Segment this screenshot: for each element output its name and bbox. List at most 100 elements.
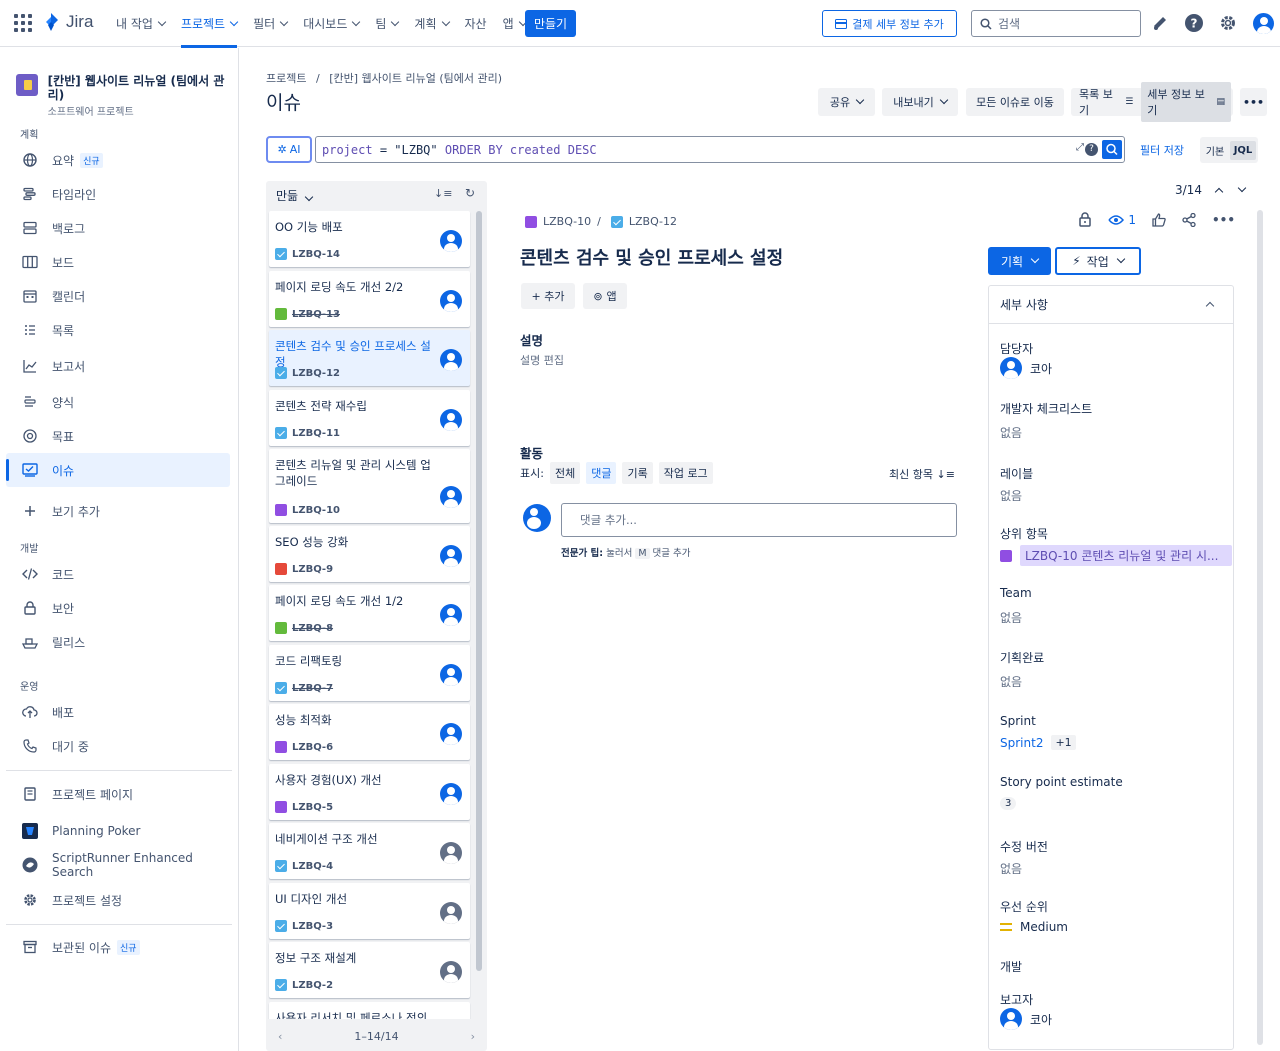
- parent-chip[interactable]: LZBQ-10 콘텐츠 리뉴얼 및 관리 시...: [1020, 545, 1232, 566]
- sidebar-item-planning-poker[interactable]: Planning Poker: [6, 814, 230, 848]
- status-dropdown[interactable]: 기획: [988, 247, 1051, 275]
- sidebar-item-issues[interactable]: 이슈: [6, 453, 230, 487]
- sprint-more-chip[interactable]: +1: [1051, 735, 1076, 750]
- more-actions-button[interactable]: •••: [1240, 88, 1267, 116]
- issue-card[interactable]: 페이지 로딩 속도 개선 1/2 LZBQ-8: [269, 585, 470, 641]
- sidebar-item-on-call[interactable]: 대기 중: [6, 729, 230, 763]
- assignee-avatar[interactable]: [440, 604, 462, 626]
- add-view-button[interactable]: 보기 추가: [6, 494, 230, 528]
- labels-value[interactable]: 없음: [1000, 487, 1022, 504]
- detail-view-button[interactable]: 세부 정보 보기 ▤: [1141, 82, 1231, 122]
- sidebar-item-board[interactable]: 보드: [6, 245, 230, 279]
- ai-button[interactable]: ✲ AI: [266, 136, 312, 163]
- menu-projects[interactable]: 프로젝트: [173, 0, 245, 48]
- sort-recent-button[interactable]: 최신 항목 ↓≡: [889, 466, 955, 482]
- sidebar-item-reports[interactable]: 보고서: [6, 349, 230, 383]
- sidebar-item-scriptrunner[interactable]: ScriptRunner Enhanced Search: [6, 848, 230, 882]
- jira-logo[interactable]: Jira: [42, 12, 93, 32]
- assignee-avatar[interactable]: [440, 409, 462, 431]
- assignee-avatar[interactable]: [440, 486, 462, 508]
- reporter-field[interactable]: 코아: [1000, 1008, 1052, 1030]
- assignee-avatar[interactable]: [440, 842, 462, 864]
- help-icon[interactable]: ?: [1183, 12, 1205, 34]
- assignee-avatar[interactable]: [440, 290, 462, 312]
- sidebar-item-project-pages[interactable]: 프로젝트 페이지: [6, 777, 230, 811]
- sidebar-item-goals[interactable]: 목표: [6, 419, 230, 453]
- chevron-down-icon[interactable]: [1237, 183, 1247, 193]
- issue-card[interactable]: OO 기능 배포 LZBQ-14: [269, 211, 470, 267]
- menu-assets[interactable]: 자산: [457, 0, 495, 47]
- detail-scrollbar[interactable]: [1257, 210, 1263, 1045]
- refresh-icon[interactable]: ↻: [465, 186, 475, 200]
- issue-key-link[interactable]: LZBQ-12: [629, 215, 677, 228]
- list-view-button[interactable]: 목록 보기 ☰: [1073, 82, 1139, 122]
- sidebar-item-archived-issues[interactable]: 보관된 이슈 신규: [6, 930, 230, 964]
- share-icon[interactable]: [1182, 212, 1196, 227]
- sort-order-icon[interactable]: ↓≡: [434, 187, 452, 200]
- breadcrumb-project[interactable]: [칸반] 웹사이트 리뉴얼 (팀에서 관리): [329, 72, 502, 85]
- details-panel-header[interactable]: 세부 사항: [989, 286, 1233, 324]
- assignee-avatar[interactable]: [440, 230, 462, 252]
- filter-all[interactable]: 전체: [549, 462, 581, 484]
- sidebar-item-deployments[interactable]: 배포: [6, 695, 230, 729]
- help-icon[interactable]: ?: [1085, 143, 1098, 156]
- apps-button[interactable]: ⊚ 앱: [583, 283, 627, 309]
- menu-filters[interactable]: 필터: [245, 0, 295, 47]
- planned-value[interactable]: 없음: [1000, 673, 1022, 690]
- jql-search-button[interactable]: [1102, 140, 1122, 159]
- assignee-avatar[interactable]: [440, 961, 462, 983]
- assignee-avatar[interactable]: [440, 783, 462, 805]
- more-icon[interactable]: •••: [1212, 213, 1235, 227]
- share-button[interactable]: 공유: [818, 88, 875, 116]
- issue-card[interactable]: 성능 최적화 LZBQ-6: [269, 704, 470, 760]
- menu-teams[interactable]: 팀: [367, 0, 406, 47]
- all-issues-button[interactable]: 모든 이슈로 이동: [966, 88, 1064, 116]
- add-button[interactable]: + 추가: [521, 283, 575, 309]
- thumbs-up-icon[interactable]: [1152, 212, 1166, 227]
- comment-input[interactable]: 댓글 추가...: [561, 503, 957, 537]
- actions-dropdown[interactable]: ⚡ 작업: [1055, 247, 1141, 275]
- sidebar-item-forms[interactable]: 양식: [6, 385, 230, 419]
- filter-worklog[interactable]: 작업 로그: [658, 462, 713, 484]
- assignee-avatar[interactable]: [440, 664, 462, 686]
- sidebar-item-releases[interactable]: 릴리스: [6, 625, 230, 659]
- app-switcher-icon[interactable]: [14, 14, 32, 32]
- list-scrollbar[interactable]: [476, 211, 482, 971]
- issue-card[interactable]: 사용자 리서치 및 페르소나 정의LZBQ-1: [269, 1002, 470, 1019]
- menu-dashboards[interactable]: 대시보드: [295, 0, 367, 47]
- issue-card[interactable]: SEO 성능 강화 LZBQ-9: [269, 526, 470, 582]
- watch-button[interactable]: 1: [1108, 213, 1136, 227]
- issue-card[interactable]: 사용자 경험(UX) 개선 LZBQ-5: [269, 764, 470, 820]
- issue-title[interactable]: 콘텐츠 검수 및 승인 프로세스 설정: [520, 244, 783, 270]
- sort-dropdown[interactable]: 만듦: [276, 187, 314, 204]
- lock-icon[interactable]: [1078, 212, 1092, 227]
- assignee-avatar[interactable]: [440, 723, 462, 745]
- sidebar-item-project-settings[interactable]: 프로젝트 설정: [6, 883, 230, 917]
- story-points-field[interactable]: 3: [1000, 797, 1017, 810]
- jql-input[interactable]: project = "LZBQ" ORDER BY created DESC ⤢…: [315, 136, 1125, 163]
- issue-card[interactable]: 콘텐츠 전략 재수립 LZBQ-11: [269, 390, 470, 446]
- breadcrumb-projects[interactable]: 프로젝트: [266, 72, 306, 85]
- notifications-icon[interactable]: [1149, 12, 1171, 34]
- settings-icon[interactable]: [1217, 12, 1239, 34]
- menu-my-work[interactable]: 내 작업: [108, 0, 173, 47]
- jql-mode-button[interactable]: JQL: [1230, 140, 1256, 160]
- sprint-field[interactable]: Sprint2 +1: [1000, 735, 1076, 750]
- filter-history[interactable]: 기록: [622, 462, 653, 484]
- basic-mode-button[interactable]: 기본: [1202, 139, 1228, 162]
- add-billing-button[interactable]: 결제 세부 정보 추가: [822, 10, 957, 37]
- issue-card[interactable]: 페이지 로딩 속도 개선 2/2 LZBQ-13: [269, 271, 470, 327]
- issue-card[interactable]: 정보 구조 재설계 LZBQ-2: [269, 942, 470, 998]
- expand-icon[interactable]: ⤢: [1076, 142, 1084, 153]
- issue-card[interactable]: UI 디자인 개선 LZBQ-3: [269, 883, 470, 939]
- fix-version-value[interactable]: 없음: [1000, 860, 1022, 877]
- next-page-icon[interactable]: ›: [471, 1030, 475, 1043]
- sidebar-item-calendar[interactable]: 캘린더: [6, 279, 230, 313]
- assignee-avatar[interactable]: [440, 349, 462, 371]
- issue-card[interactable]: 콘텐츠 검수 및 승인 프로세스 설정 LZBQ-12: [269, 330, 470, 386]
- export-button[interactable]: 내보내기: [882, 88, 958, 116]
- sidebar-item-code[interactable]: 코드: [6, 557, 230, 591]
- team-value[interactable]: 없음: [1000, 609, 1022, 626]
- menu-plans[interactable]: 계획: [406, 0, 456, 47]
- assignee-field[interactable]: 코아: [1000, 357, 1052, 379]
